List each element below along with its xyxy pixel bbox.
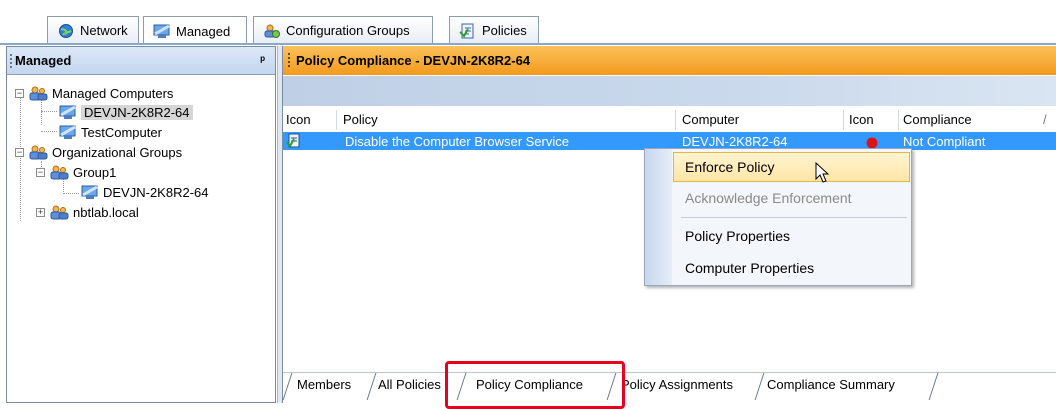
tree-node-computer[interactable]: TestComputer (59, 122, 162, 142)
tab-network-label: Network (80, 23, 128, 38)
tab-network[interactable]: Network (47, 16, 139, 44)
policy-document-icon (286, 133, 300, 148)
column-header-icon[interactable]: Icon (286, 112, 311, 127)
managed-panel-header: Managed ᵖ (7, 47, 275, 75)
tab-strip-baseline (0, 43, 1056, 45)
column-separator[interactable] (898, 110, 899, 130)
menu-item-computer-properties[interactable]: Computer Properties (673, 253, 910, 283)
tree-node-computer[interactable]: DEVJN-2K8R2-64 (59, 102, 193, 122)
tab-members[interactable]: Members (297, 377, 351, 392)
tab-policies[interactable]: Policies (449, 16, 539, 44)
group-icon (29, 145, 48, 160)
tab-policies-label: Policies (482, 23, 527, 38)
column-header-policy[interactable]: Policy (343, 112, 378, 127)
computers-group-icon (29, 86, 48, 101)
mouse-pointer-icon (815, 162, 830, 183)
column-header-compliance[interactable]: Compliance (903, 112, 972, 127)
tree-node-organizational-groups[interactable]: − Organizational Groups (15, 142, 182, 162)
highlight-annotation (445, 361, 625, 409)
tree-connector (41, 111, 57, 112)
tab-managed-label: Managed (176, 23, 231, 39)
monitor-icon (81, 185, 98, 199)
tree-label: DEVJN-2K8R2-64 (103, 184, 209, 200)
column-header-computer[interactable]: Computer (682, 112, 739, 127)
monitor-icon (59, 105, 76, 119)
tree-label: Organizational Groups (52, 144, 183, 160)
tab-configuration-groups[interactable]: Configuration Groups (253, 16, 433, 44)
tab-policy-assignments[interactable]: Policy Assignments (621, 377, 733, 392)
tab-configuration-groups-label: Configuration Groups (286, 23, 410, 38)
managed-tree: − Managed Computers DEVJN-2K8R2-64 TestC… (7, 81, 275, 401)
tree-label: TestComputer (81, 124, 162, 140)
column-header-overflow: / (1043, 112, 1047, 127)
row-compliance-cell: Not Compliant (903, 134, 986, 149)
row-computer-cell: DEVJN-2K8R2-64 (682, 134, 788, 149)
pin-icon[interactable]: ᵖ (260, 53, 265, 67)
column-separator[interactable] (843, 110, 844, 130)
policy-document-icon (459, 23, 474, 38)
managed-panel-title: Managed (15, 53, 72, 68)
menu-item-acknowledge-enforcement[interactable]: Acknowledge Enforcement (673, 183, 910, 213)
tree-label: Managed Computers (52, 85, 174, 101)
policy-compliance-header: Policy Compliance - DEVJN-2K8R2-64 (283, 46, 1056, 75)
managed-panel: Managed ᵖ − Managed Computers DEVJN-2K8R… (6, 46, 276, 403)
globe-icon (59, 23, 73, 38)
tree-node-computer[interactable]: DEVJN-2K8R2-64 (81, 182, 209, 202)
collapse-icon[interactable]: − (15, 88, 24, 98)
policy-compliance-title: Policy Compliance - DEVJN-2K8R2-64 (296, 53, 531, 68)
menu-separator (681, 217, 907, 218)
monitor-icon (153, 24, 170, 38)
collapse-icon[interactable]: − (15, 147, 24, 157)
column-separator[interactable] (675, 110, 676, 130)
row-policy-cell: Disable the Computer Browser Service (345, 134, 569, 149)
column-header-status-icon[interactable]: Icon (849, 112, 874, 127)
collapse-icon[interactable]: − (36, 167, 45, 177)
main-tab-strip: Network Managed Configuration Groups Pol… (0, 0, 1056, 45)
tab-managed[interactable]: Managed (143, 16, 247, 45)
menu-item-policy-properties[interactable]: Policy Properties (673, 221, 910, 251)
tree-connector (41, 131, 57, 132)
group-gear-icon (264, 24, 280, 38)
tree-label: Group1 (73, 164, 117, 180)
tab-all-policies[interactable]: All Policies (378, 377, 441, 392)
tree-label-selected: DEVJN-2K8R2-64 (81, 104, 193, 120)
context-menu: Enforce Policy Acknowledge Enforcement P… (644, 148, 912, 286)
group-icon (50, 165, 69, 180)
tree-node-managed-computers[interactable]: − Managed Computers (15, 83, 173, 103)
group-icon (50, 205, 69, 220)
expand-icon[interactable]: + (36, 207, 45, 217)
column-separator[interactable] (336, 110, 337, 130)
context-menu-gutter (645, 149, 672, 285)
tree-node-domain[interactable]: + nbtlab.local (36, 202, 139, 222)
menu-item-enforce-policy[interactable]: Enforce Policy (673, 152, 910, 182)
toolbar-band (283, 76, 1056, 106)
tree-node-group1[interactable]: − Group1 (36, 162, 116, 182)
tree-connector (63, 193, 79, 194)
tree-label: nbtlab.local (73, 204, 139, 220)
tab-compliance-summary[interactable]: Compliance Summary (767, 377, 895, 392)
monitor-icon (59, 125, 76, 139)
